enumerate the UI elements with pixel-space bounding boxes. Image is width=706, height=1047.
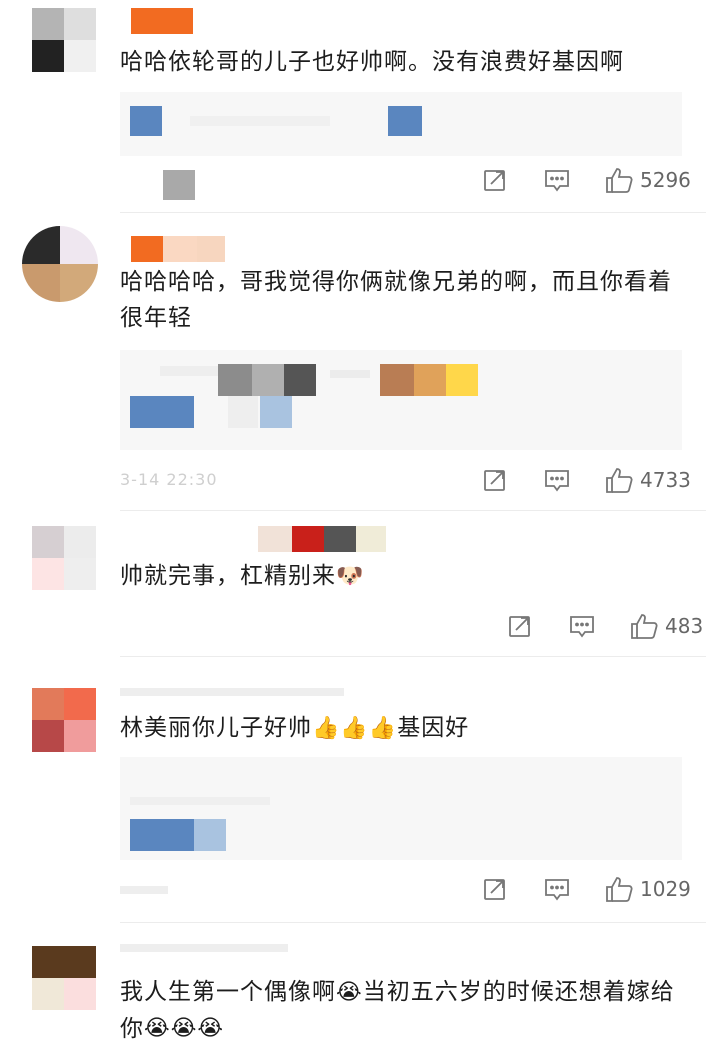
divider [120,656,706,657]
timestamp-blur [120,886,168,894]
avatar[interactable] [32,8,96,72]
comment-actions: 5296 [480,165,691,195]
reply-preview[interactable] [120,350,682,450]
avatar[interactable] [22,226,98,302]
thumbs-up-icon[interactable] [604,165,634,195]
comment-icon[interactable] [567,611,597,641]
thumbs-up-icon[interactable] [604,874,634,904]
comment-text: 我人生第一个偶像啊😭当初五六岁的时候还想着嫁给你😭😭😭 [120,974,690,1047]
share-icon[interactable] [505,611,535,641]
share-icon[interactable] [480,465,510,495]
comment-text-tail: 基因好 [397,715,470,741]
reply-preview[interactable] [120,92,682,156]
divider [120,212,706,213]
timestamp-blur [163,170,195,200]
comment-text: 哈哈依轮哥的儿子也好帅啊。没有浪费好基因啊 [120,49,624,75]
username-badge[interactable] [131,8,193,34]
share-icon[interactable] [480,874,510,904]
like-count: 483 [665,614,704,638]
reply-preview[interactable] [120,757,682,860]
comment-actions: 483 [505,611,703,641]
like-count: 4733 [640,468,691,492]
comment-text-main: 林美丽你儿子好帅 [120,715,312,741]
comment-icon[interactable] [542,465,572,495]
username-badge[interactable] [258,526,386,552]
comment-actions: 1029 [480,874,691,904]
thumbs-up-icon[interactable] [629,611,659,641]
thumbs-up-emoji-icon: 👍👍👍 [312,715,398,741]
username-blur [120,688,344,696]
timestamp: 3-14 22:30 [120,470,218,489]
username-blur [120,944,288,952]
crying-emoji-icon: 😭😭😭 [144,1016,225,1041]
comment-actions: 4733 [480,465,691,495]
crying-emoji-icon: 😭 [336,979,363,1005]
comment-text: 林美丽你儿子好帅👍👍👍基因好 [120,710,690,747]
avatar[interactable] [32,688,96,752]
avatar[interactable] [32,946,96,1010]
comment-text: 帅就完事，杠精别来🐶 [120,558,690,595]
divider [120,510,706,511]
comment-text: 哈哈哈哈，哥我觉得你俩就像兄弟的啊，而且你看着很年轻 [120,269,672,331]
husky-emoji-icon: 🐶 [336,563,365,589]
comment-text-part1: 我人生第一个偶像啊 [120,979,336,1005]
divider [120,922,706,923]
share-icon[interactable] [480,165,510,195]
comment-icon[interactable] [542,874,572,904]
like-count: 5296 [640,168,691,192]
like-count: 1029 [640,877,691,901]
comment-icon[interactable] [542,165,572,195]
comment-text-main: 帅就完事，杠精别来 [120,563,336,589]
username-badge[interactable] [131,236,225,262]
avatar[interactable] [32,526,96,590]
thumbs-up-icon[interactable] [604,465,634,495]
